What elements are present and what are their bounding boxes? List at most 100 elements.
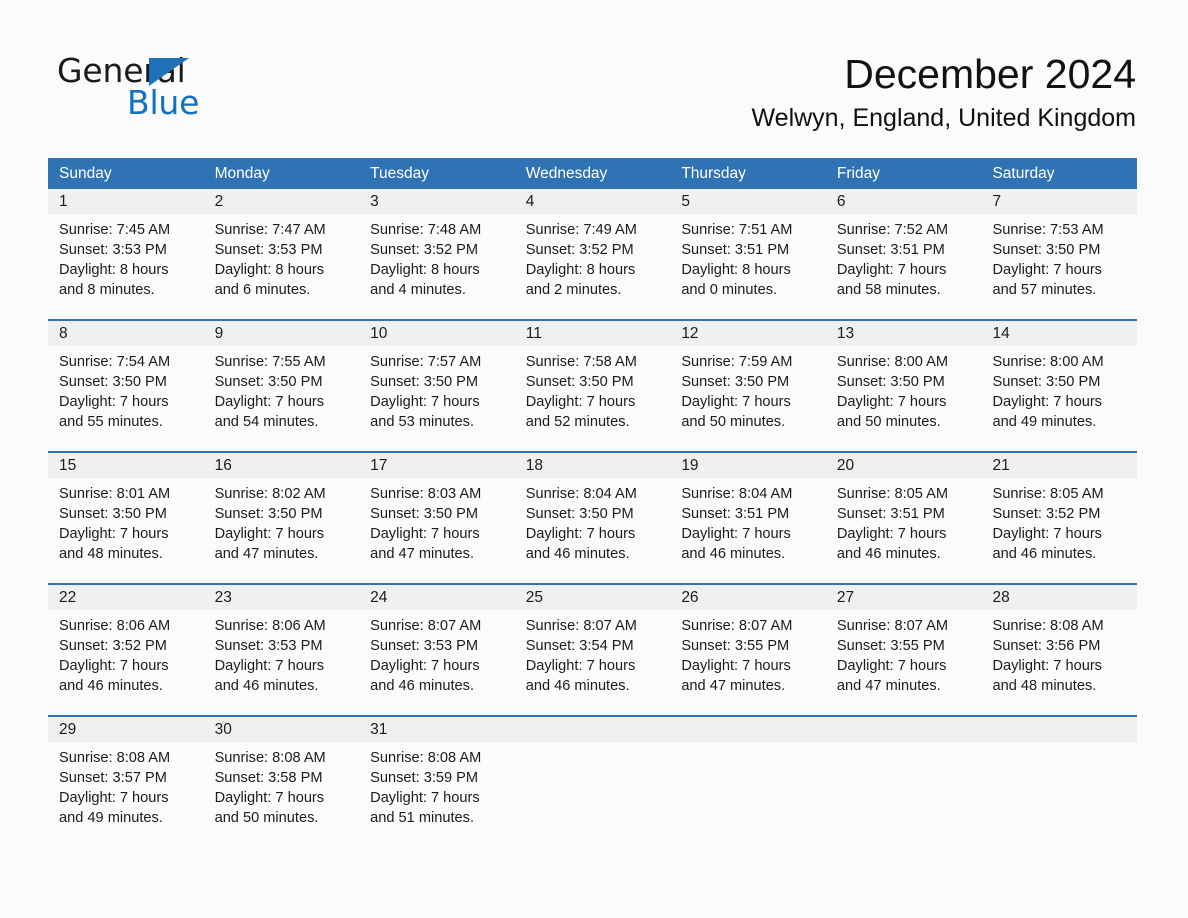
- day-cell[interactable]: Sunrise: 7:49 AM Sunset: 3:52 PM Dayligh…: [515, 214, 671, 309]
- daylight-text-line2: and 51 minutes.: [370, 810, 475, 826]
- sunset-text: Sunset: 3:52 PM: [992, 506, 1101, 522]
- day-number[interactable]: 13: [826, 321, 982, 346]
- calendar-week-row: 29 30 31 Sunrise: 8:08 AM Sunset: 3:57 P…: [48, 715, 1137, 837]
- sunset-text: Sunset: 3:54 PM: [525, 638, 634, 654]
- day-cell-empty: [826, 742, 982, 837]
- week-daynumber-band: 15 16 17 18 19 20 21: [48, 453, 1137, 478]
- day-cell[interactable]: Sunrise: 7:55 AM Sunset: 3:50 PM Dayligh…: [204, 346, 360, 441]
- sunset-text: Sunset: 3:53 PM: [214, 242, 323, 258]
- day-number[interactable]: 18: [515, 453, 671, 478]
- day-cell[interactable]: Sunrise: 7:51 AM Sunset: 3:51 PM Dayligh…: [670, 214, 826, 309]
- daylight-text-line1: Daylight: 7 hours: [214, 526, 325, 542]
- sunrise-text: Sunrise: 7:49 AM: [525, 222, 637, 238]
- calendar-week-row: 22 23 24 25 26 27 28 Sunrise: 8:06 AM Su…: [48, 583, 1137, 705]
- day-number[interactable]: 22: [48, 585, 204, 610]
- day-number[interactable]: 23: [204, 585, 360, 610]
- day-number[interactable]: 7: [981, 189, 1137, 214]
- sunrise-text: Sunrise: 8:00 AM: [992, 354, 1104, 370]
- calendar-page: General Blue December 2024 Welwyn, Engla…: [0, 0, 1188, 918]
- day-number[interactable]: 21: [981, 453, 1137, 478]
- sunset-text: Sunset: 3:50 PM: [214, 374, 323, 390]
- sunrise-text: Sunrise: 8:08 AM: [214, 750, 326, 766]
- sunrise-text: Sunrise: 7:52 AM: [836, 222, 949, 238]
- day-cell[interactable]: Sunrise: 8:08 AM Sunset: 3:56 PM Dayligh…: [981, 610, 1137, 705]
- day-number[interactable]: 8: [48, 321, 204, 346]
- daylight-text-line1: Daylight: 7 hours: [836, 394, 947, 410]
- day-number[interactable]: 27: [826, 585, 982, 610]
- generalblue-logo[interactable]: General Blue: [57, 52, 257, 122]
- day-number[interactable]: 2: [204, 189, 360, 214]
- sunset-text: Sunset: 3:53 PM: [214, 638, 323, 654]
- day-cell[interactable]: Sunrise: 8:05 AM Sunset: 3:52 PM Dayligh…: [981, 478, 1137, 573]
- day-number[interactable]: 9: [204, 321, 360, 346]
- page-subtitle-location: Welwyn, England, United Kingdom: [751, 104, 1136, 132]
- day-number[interactable]: 17: [359, 453, 515, 478]
- day-cell[interactable]: Sunrise: 8:08 AM Sunset: 3:59 PM Dayligh…: [359, 742, 515, 837]
- day-cell[interactable]: Sunrise: 7:54 AM Sunset: 3:50 PM Dayligh…: [48, 346, 204, 441]
- day-cell[interactable]: Sunrise: 8:07 AM Sunset: 3:55 PM Dayligh…: [670, 610, 826, 705]
- daylight-text-line1: Daylight: 7 hours: [992, 526, 1102, 542]
- day-cell[interactable]: Sunrise: 8:07 AM Sunset: 3:55 PM Dayligh…: [826, 610, 982, 705]
- week-daynumber-band: 8 9 10 11 12 13 14: [48, 321, 1137, 346]
- week-details-row: Sunrise: 7:45 AM Sunset: 3:53 PM Dayligh…: [48, 214, 1137, 309]
- day-number[interactable]: 24: [359, 585, 515, 610]
- logo-triangle-icon: [149, 58, 189, 86]
- day-cell[interactable]: Sunrise: 8:00 AM Sunset: 3:50 PM Dayligh…: [981, 346, 1137, 441]
- day-cell[interactable]: Sunrise: 8:07 AM Sunset: 3:54 PM Dayligh…: [515, 610, 671, 705]
- day-number[interactable]: 5: [670, 189, 826, 214]
- day-cell[interactable]: Sunrise: 8:04 AM Sunset: 3:50 PM Dayligh…: [515, 478, 671, 573]
- day-cell[interactable]: Sunrise: 8:05 AM Sunset: 3:51 PM Dayligh…: [826, 478, 982, 573]
- day-cell[interactable]: Sunrise: 8:03 AM Sunset: 3:50 PM Dayligh…: [359, 478, 515, 573]
- day-number[interactable]: 6: [826, 189, 982, 214]
- day-number[interactable]: 4: [515, 189, 671, 214]
- day-number[interactable]: 16: [204, 453, 360, 478]
- day-cell[interactable]: Sunrise: 8:04 AM Sunset: 3:51 PM Dayligh…: [670, 478, 826, 573]
- page-header: General Blue December 2024 Welwyn, Engla…: [0, 0, 1188, 150]
- weekday-header-tuesday: Tuesday: [370, 165, 430, 182]
- daylight-text-line2: and 4 minutes.: [370, 282, 466, 298]
- day-cell[interactable]: Sunrise: 8:01 AM Sunset: 3:50 PM Dayligh…: [48, 478, 204, 573]
- day-cell[interactable]: Sunrise: 8:07 AM Sunset: 3:53 PM Dayligh…: [359, 610, 515, 705]
- day-cell[interactable]: Sunrise: 7:47 AM Sunset: 3:53 PM Dayligh…: [204, 214, 360, 309]
- sunrise-text: Sunrise: 7:58 AM: [525, 354, 637, 370]
- day-number[interactable]: 26: [670, 585, 826, 610]
- sunset-text: Sunset: 3:52 PM: [59, 638, 167, 654]
- day-cell[interactable]: Sunrise: 7:52 AM Sunset: 3:51 PM Dayligh…: [826, 214, 982, 309]
- day-cell[interactable]: Sunrise: 8:06 AM Sunset: 3:52 PM Dayligh…: [48, 610, 204, 705]
- day-number[interactable]: 20: [826, 453, 982, 478]
- day-cell[interactable]: Sunrise: 7:53 AM Sunset: 3:50 PM Dayligh…: [981, 214, 1137, 309]
- day-number[interactable]: 29: [48, 717, 204, 742]
- daylight-text-line1: Daylight: 7 hours: [992, 262, 1102, 278]
- calendar-week-row: 8 9 10 11 12 13 14 Sunrise: 7:54 AM Suns…: [48, 319, 1137, 441]
- day-number[interactable]: 30: [204, 717, 360, 742]
- day-number[interactable]: 28: [981, 585, 1137, 610]
- day-cell[interactable]: Sunrise: 8:06 AM Sunset: 3:53 PM Dayligh…: [204, 610, 360, 705]
- sunset-text: Sunset: 3:50 PM: [992, 374, 1101, 390]
- day-number[interactable]: 15: [48, 453, 204, 478]
- day-number[interactable]: 31: [359, 717, 515, 742]
- day-cell[interactable]: Sunrise: 7:57 AM Sunset: 3:50 PM Dayligh…: [359, 346, 515, 441]
- sunset-text: Sunset: 3:50 PM: [525, 506, 634, 522]
- day-number[interactable]: 1: [48, 189, 204, 214]
- day-number[interactable]: 12: [670, 321, 826, 346]
- day-number[interactable]: 25: [515, 585, 671, 610]
- daylight-text-line1: Daylight: 7 hours: [992, 394, 1102, 410]
- daylight-text-line1: Daylight: 8 hours: [370, 262, 480, 278]
- day-cell[interactable]: Sunrise: 8:00 AM Sunset: 3:50 PM Dayligh…: [826, 346, 982, 441]
- day-cell[interactable]: Sunrise: 8:08 AM Sunset: 3:58 PM Dayligh…: [204, 742, 360, 837]
- day-number[interactable]: 19: [670, 453, 826, 478]
- day-number[interactable]: 3: [359, 189, 515, 214]
- day-cell[interactable]: Sunrise: 7:48 AM Sunset: 3:52 PM Dayligh…: [359, 214, 515, 309]
- day-cell[interactable]: Sunrise: 8:08 AM Sunset: 3:57 PM Dayligh…: [48, 742, 204, 837]
- day-cell[interactable]: Sunrise: 8:02 AM Sunset: 3:50 PM Dayligh…: [204, 478, 360, 573]
- day-number[interactable]: 10: [359, 321, 515, 346]
- sunrise-text: Sunrise: 7:47 AM: [214, 222, 326, 238]
- daylight-text-line2: and 0 minutes.: [681, 282, 778, 298]
- daylight-text-line2: and 52 minutes.: [525, 414, 630, 430]
- day-cell[interactable]: Sunrise: 7:45 AM Sunset: 3:53 PM Dayligh…: [48, 214, 204, 309]
- day-cell[interactable]: Sunrise: 7:59 AM Sunset: 3:50 PM Dayligh…: [670, 346, 826, 441]
- day-number[interactable]: 14: [981, 321, 1137, 346]
- day-cell[interactable]: Sunrise: 7:58 AM Sunset: 3:50 PM Dayligh…: [515, 346, 671, 441]
- day-number[interactable]: 11: [515, 321, 671, 346]
- daylight-text-line1: Daylight: 7 hours: [836, 262, 947, 278]
